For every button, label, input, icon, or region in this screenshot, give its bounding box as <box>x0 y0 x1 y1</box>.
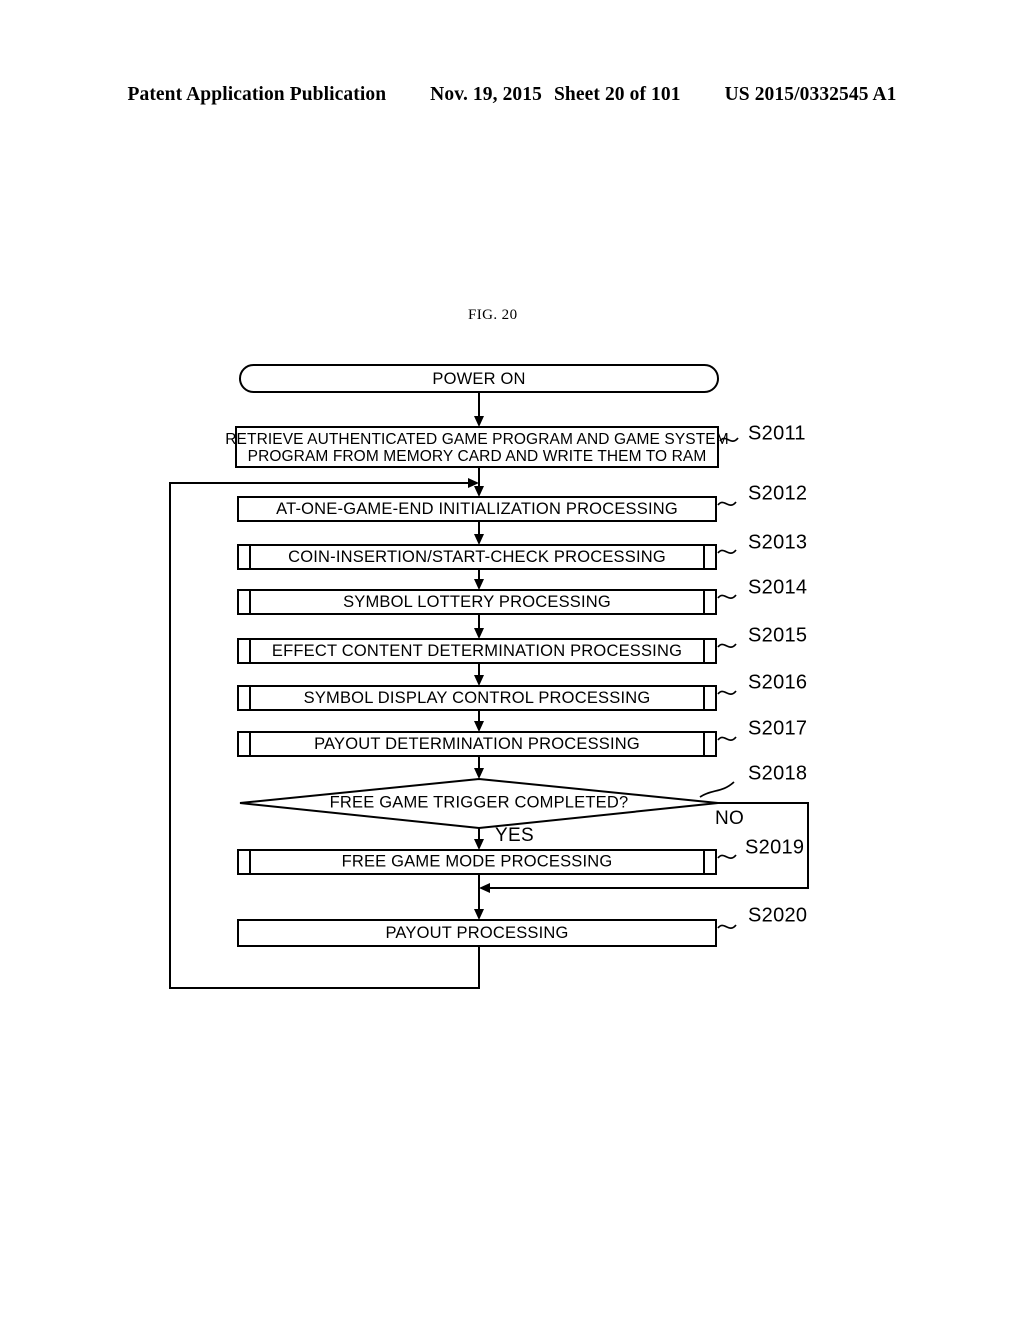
flow-node-s2011-label-line2: PROGRAM FROM MEMORY CARD AND WRITE THEM … <box>248 448 707 465</box>
flow-node-s2019-label: FREE GAME MODE PROCESSING <box>342 852 613 870</box>
step-label-s2016: S2016 <box>748 671 807 693</box>
flow-node-s2017-label: PAYOUT DETERMINATION PROCESSING <box>314 735 640 753</box>
flow-node-s2015: EFFECT CONTENT DETERMINATION PROCESSING <box>237 638 717 664</box>
connector-s2013-to-s2014 <box>474 569 484 590</box>
step-label-s2017: S2017 <box>748 717 807 739</box>
step-label-s2019-group: S2019 <box>717 836 804 859</box>
flow-node-s2018: FREE GAME TRIGGER COMPLETED? <box>239 777 719 830</box>
step-label-s2014: S2014 <box>748 576 807 598</box>
flow-node-s2011: RETRIEVE AUTHENTICATED GAME PROGRAM AND … <box>225 426 729 468</box>
step-label-s2011-group: S2011 <box>719 422 806 444</box>
step-label-s2019: S2019 <box>745 836 804 858</box>
step-label-s2015-group: S2015 <box>717 624 807 648</box>
connector-s2014-to-s2015 <box>474 614 484 639</box>
step-label-s2013: S2013 <box>748 531 807 553</box>
flow-node-s2014: SYMBOL LOTTERY PROCESSING <box>237 589 717 615</box>
step-label-s2013-group: S2013 <box>717 531 807 554</box>
flow-node-power-on-label: POWER ON <box>432 370 525 388</box>
step-label-s2016-group: S2016 <box>717 671 807 695</box>
step-label-s2018: S2018 <box>748 762 807 784</box>
flow-node-s2020: PAYOUT PROCESSING <box>237 919 717 947</box>
flowchart-diagram: POWER ON RETRIEVE AUTHENTICATED GAME PRO… <box>169 364 809 989</box>
step-label-s2017-group: S2017 <box>717 717 807 741</box>
step-label-s2020-group: S2020 <box>717 904 807 929</box>
flow-node-power-on: POWER ON <box>239 364 719 393</box>
flow-node-s2017: PAYOUT DETERMINATION PROCESSING <box>237 731 717 757</box>
step-label-s2014-group: S2014 <box>717 576 807 599</box>
flow-node-s2012-label: AT-ONE-GAME-END INITIALIZATION PROCESSIN… <box>276 500 678 518</box>
connector-s2017-to-s2018 <box>474 756 484 779</box>
flow-node-s2012: AT-ONE-GAME-END INITIALIZATION PROCESSIN… <box>237 496 717 522</box>
connector-s2016-to-s2017 <box>474 710 484 732</box>
step-label-s2015: S2015 <box>748 624 807 646</box>
flow-node-s2011-label-line1: RETRIEVE AUTHENTICATED GAME PROGRAM AND … <box>225 431 728 448</box>
step-label-s2020: S2020 <box>748 904 807 926</box>
flow-node-s2020-label: PAYOUT PROCESSING <box>385 924 568 942</box>
connector-merge-to-s2020 <box>474 874 484 920</box>
connector-yes-branch: YES <box>474 825 534 850</box>
branch-label-no: NO <box>715 808 744 829</box>
flow-node-s2015-label: EFFECT CONTENT DETERMINATION PROCESSING <box>272 642 682 660</box>
flow-node-s2016-label: SYMBOL DISPLAY CONTROL PROCESSING <box>304 689 651 707</box>
step-label-s2011: S2011 <box>748 422 806 444</box>
flow-node-s2019: FREE GAME MODE PROCESSING <box>237 849 717 875</box>
branch-label-yes: YES <box>495 825 534 846</box>
step-label-s2012-group: S2012 <box>717 482 807 506</box>
flow-node-s2013-label: COIN-INSERTION/START-CHECK PROCESSING <box>288 548 666 566</box>
connector-s2012-to-s2013 <box>474 521 484 545</box>
flow-node-s2013: COIN-INSERTION/START-CHECK PROCESSING <box>237 544 717 570</box>
connector-start-to-s2011 <box>474 392 484 427</box>
connector-s2015-to-s2016 <box>474 663 484 686</box>
flow-node-s2016: SYMBOL DISPLAY CONTROL PROCESSING <box>237 685 717 711</box>
flow-node-s2014-label: SYMBOL LOTTERY PROCESSING <box>343 593 611 611</box>
flow-node-s2018-label: FREE GAME TRIGGER COMPLETED? <box>330 793 629 811</box>
step-label-s2012: S2012 <box>748 482 807 504</box>
step-label-s2018-group: S2018 <box>699 762 807 798</box>
